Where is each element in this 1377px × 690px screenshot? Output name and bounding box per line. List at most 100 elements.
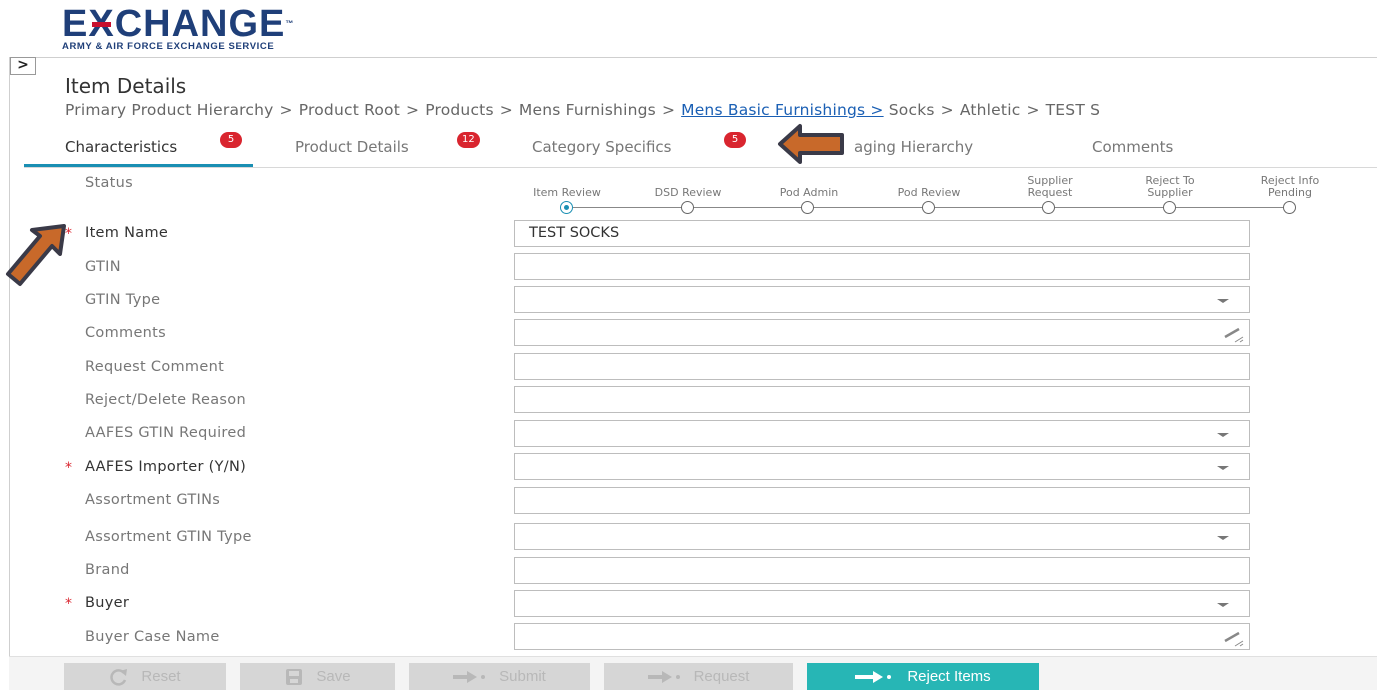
tab-comments[interactable]: Comments bbox=[1092, 138, 1173, 156]
request-button-label: Request bbox=[693, 668, 750, 686]
reset-button-label: Reset bbox=[141, 668, 181, 686]
submit-button-label: Submit bbox=[499, 668, 546, 686]
resize-grip-icon[interactable] bbox=[1221, 628, 1245, 648]
gtin-label: GTIN bbox=[85, 259, 121, 275]
required-marker: * bbox=[65, 226, 72, 242]
request-comment-label: Request Comment bbox=[85, 359, 225, 375]
status-step-dot bbox=[1163, 201, 1176, 214]
caret-down-icon bbox=[1217, 603, 1229, 607]
tab-label: Comments bbox=[1092, 138, 1174, 156]
caret-down-icon bbox=[1217, 536, 1229, 540]
status-label: Status bbox=[85, 175, 134, 191]
assortment-gtin-type-label: Assortment GTIN Type bbox=[85, 529, 252, 545]
request-button[interactable]: Request bbox=[604, 663, 793, 690]
floppy-disk-icon bbox=[286, 669, 303, 686]
caret-down-icon bbox=[1217, 466, 1229, 470]
refresh-icon bbox=[110, 669, 128, 686]
tab-badge: 5 bbox=[724, 132, 746, 148]
save-button[interactable]: Save bbox=[240, 663, 395, 690]
aafes-importer-label: AAFES Importer (Y/N) bbox=[85, 459, 247, 475]
brand-input[interactable] bbox=[514, 557, 1250, 584]
status-step-label: Supplier Request bbox=[1027, 174, 1073, 199]
tab-bar: Characteristics 5 Product Details 12 Cat… bbox=[24, 132, 1377, 168]
breadcrumb-link-mens-basic-furnishings[interactable]: Mens Basic Furnishings > bbox=[681, 101, 883, 119]
status-step-label: DSD Review bbox=[654, 186, 722, 199]
reset-button[interactable]: Reset bbox=[64, 663, 226, 690]
breadcrumb-separator: > bbox=[279, 101, 293, 119]
caret-down-icon bbox=[1217, 299, 1229, 303]
tab-label: Product Details bbox=[295, 138, 409, 156]
assortment-gtins-label: Assortment GTINs bbox=[85, 492, 221, 508]
gtin-type-label: GTIN Type bbox=[85, 292, 161, 308]
breadcrumb-separator: > bbox=[499, 101, 513, 119]
status-step-dot bbox=[681, 201, 694, 214]
exchange-logo: EXCHANGE™ ARMY & AIR FORCE EXCHANGE SERV… bbox=[62, 3, 295, 52]
item-name-input[interactable]: TEST SOCKS bbox=[514, 220, 1250, 247]
reject-items-button[interactable]: Reject Items bbox=[807, 663, 1039, 690]
status-step-dot bbox=[801, 201, 814, 214]
breadcrumb-item[interactable]: Athletic bbox=[960, 101, 1021, 119]
tab-packaging-hierarchy[interactable]: aging Hierarchy bbox=[854, 138, 973, 156]
reject-delete-reason-label: Reject/Delete Reason bbox=[85, 392, 246, 408]
breadcrumb: Primary Product Hierarchy > Product Root > P… bbox=[65, 101, 1100, 119]
buyer-case-name-label: Buyer Case Name bbox=[85, 629, 220, 645]
breadcrumb-item[interactable]: Primary Product Hierarchy bbox=[65, 101, 274, 119]
comments-textarea[interactable] bbox=[514, 319, 1250, 346]
status-step-dot bbox=[1042, 201, 1055, 214]
buyer-label: Buyer bbox=[85, 595, 130, 611]
gtin-input[interactable] bbox=[514, 253, 1250, 280]
annotation-arrow-left-icon bbox=[778, 124, 844, 164]
buyer-case-name-textarea[interactable] bbox=[514, 623, 1250, 650]
required-marker: * bbox=[65, 596, 72, 612]
tab-category-specifics[interactable]: Category Specifics 5 bbox=[532, 132, 746, 156]
aafes-gtin-required-label: AAFES GTIN Required bbox=[85, 425, 247, 441]
arrow-right-icon bbox=[647, 671, 680, 684]
tab-badge: 5 bbox=[220, 132, 242, 148]
tab-label: aging Hierarchy bbox=[854, 138, 974, 156]
tab-product-details[interactable]: Product Details 12 bbox=[295, 132, 480, 156]
status-step-label: Item Review bbox=[533, 186, 601, 199]
resize-grip-icon[interactable] bbox=[1221, 324, 1245, 344]
required-marker: * bbox=[65, 460, 72, 476]
arrow-right-icon bbox=[855, 671, 892, 684]
tab-label: Characteristics bbox=[65, 138, 178, 156]
item-name-label: Item Name bbox=[85, 225, 169, 241]
status-step-label: Reject To Supplier bbox=[1145, 174, 1195, 199]
breadcrumb-item[interactable]: TEST S bbox=[1046, 101, 1101, 119]
arrow-right-icon bbox=[453, 671, 486, 684]
aafes-importer-select[interactable] bbox=[514, 453, 1250, 480]
breadcrumb-item[interactable]: Socks bbox=[889, 101, 935, 119]
breadcrumb-separator: > bbox=[661, 101, 676, 119]
status-step-label: Pod Admin bbox=[779, 186, 839, 199]
breadcrumb-separator: > bbox=[1026, 101, 1040, 119]
tab-characteristics[interactable]: Characteristics 5 bbox=[65, 132, 242, 156]
tab-badge: 12 bbox=[457, 132, 480, 148]
caret-down-icon bbox=[1217, 433, 1229, 437]
active-tab-indicator bbox=[24, 164, 253, 167]
request-comment-input[interactable] bbox=[514, 353, 1250, 380]
breadcrumb-separator: > bbox=[940, 101, 954, 119]
breadcrumb-item[interactable]: Products bbox=[425, 101, 494, 119]
status-step-label: Pod Review bbox=[897, 186, 961, 199]
breadcrumb-item[interactable]: Product Root bbox=[299, 101, 400, 119]
reject-delete-reason-input[interactable] bbox=[514, 386, 1250, 413]
logo-wordmark: EXCHANGE™ bbox=[62, 3, 295, 45]
annotation-arrow-up-right-icon bbox=[6, 224, 66, 286]
sidebar-toggle-button[interactable]: > bbox=[10, 57, 36, 75]
tab-label: Category Specifics bbox=[532, 138, 672, 156]
assortment-gtins-input[interactable] bbox=[514, 487, 1250, 514]
reject-items-button-label: Reject Items bbox=[907, 668, 991, 686]
status-step-dot bbox=[1283, 201, 1296, 214]
save-button-label: Save bbox=[316, 668, 351, 686]
aafes-gtin-required-select[interactable] bbox=[514, 420, 1250, 447]
breadcrumb-item[interactable]: Mens Furnishings bbox=[519, 101, 656, 119]
status-step-label: Reject Info Pending bbox=[1260, 174, 1320, 199]
submit-button[interactable]: Submit bbox=[409, 663, 590, 690]
gtin-type-select[interactable] bbox=[514, 286, 1250, 313]
buyer-select[interactable] bbox=[514, 590, 1250, 617]
brand-label: Brand bbox=[85, 562, 130, 578]
assortment-gtin-type-select[interactable] bbox=[514, 523, 1250, 550]
status-step-dot bbox=[922, 201, 935, 214]
page-title: Item Details bbox=[65, 74, 187, 98]
status-step-active-dot bbox=[560, 201, 573, 214]
